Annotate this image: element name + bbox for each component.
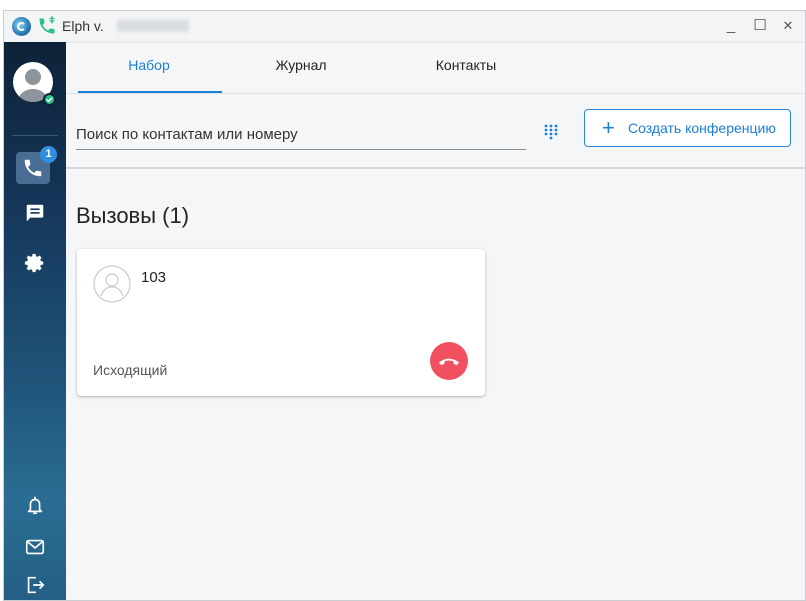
call-card[interactable]: 103 Исходящий — [77, 249, 485, 396]
call-direction: Исходящий — [93, 362, 168, 378]
minimize-button[interactable]: _ — [720, 15, 742, 37]
search-input[interactable] — [76, 119, 526, 150]
window-title: Elph v. — [62, 18, 104, 34]
version-redacted — [117, 20, 189, 32]
maximize-button[interactable]: ☐ — [749, 15, 771, 37]
create-conference-button[interactable]: + Создать конференцию — [584, 109, 791, 147]
bell-icon[interactable] — [24, 494, 46, 516]
chat-icon[interactable] — [24, 202, 46, 224]
search-toolbar: + Создать конференцию — [66, 93, 805, 169]
plus-icon: + — [602, 115, 615, 140]
sidebar-divider — [12, 135, 58, 136]
dialpad-icon[interactable] — [544, 124, 558, 140]
tab-journal[interactable]: Журнал — [226, 42, 376, 93]
phone-icon — [39, 16, 55, 34]
title-bar: Elph v. _ ☐ ✕ — [4, 11, 805, 43]
calls-section-title: Вызовы (1) — [76, 203, 190, 228]
close-button[interactable]: ✕ — [777, 15, 799, 37]
phone-icon — [24, 159, 42, 177]
tab-bar: Набор Журнал Контакты — [66, 42, 805, 94]
tab-contacts[interactable]: Контакты — [391, 42, 541, 93]
gear-icon[interactable] — [24, 252, 46, 274]
tab-dial[interactable]: Набор — [74, 42, 224, 93]
logout-icon[interactable] — [24, 574, 46, 596]
create-conference-label: Создать конференцию — [628, 120, 776, 136]
sidebar: 1 — [4, 42, 66, 600]
hangup-icon — [439, 358, 459, 366]
app-logo — [12, 17, 31, 36]
call-number: 103 — [141, 269, 167, 286]
calls-count-badge: 1 — [40, 146, 57, 163]
hangup-button[interactable] — [430, 342, 468, 380]
online-status-indicator — [43, 93, 56, 106]
app-window: Elph v. _ ☐ ✕ 1 Набор Журнал Контакты По… — [3, 10, 806, 601]
mail-icon[interactable] — [24, 536, 46, 558]
contact-avatar-icon — [93, 265, 131, 303]
